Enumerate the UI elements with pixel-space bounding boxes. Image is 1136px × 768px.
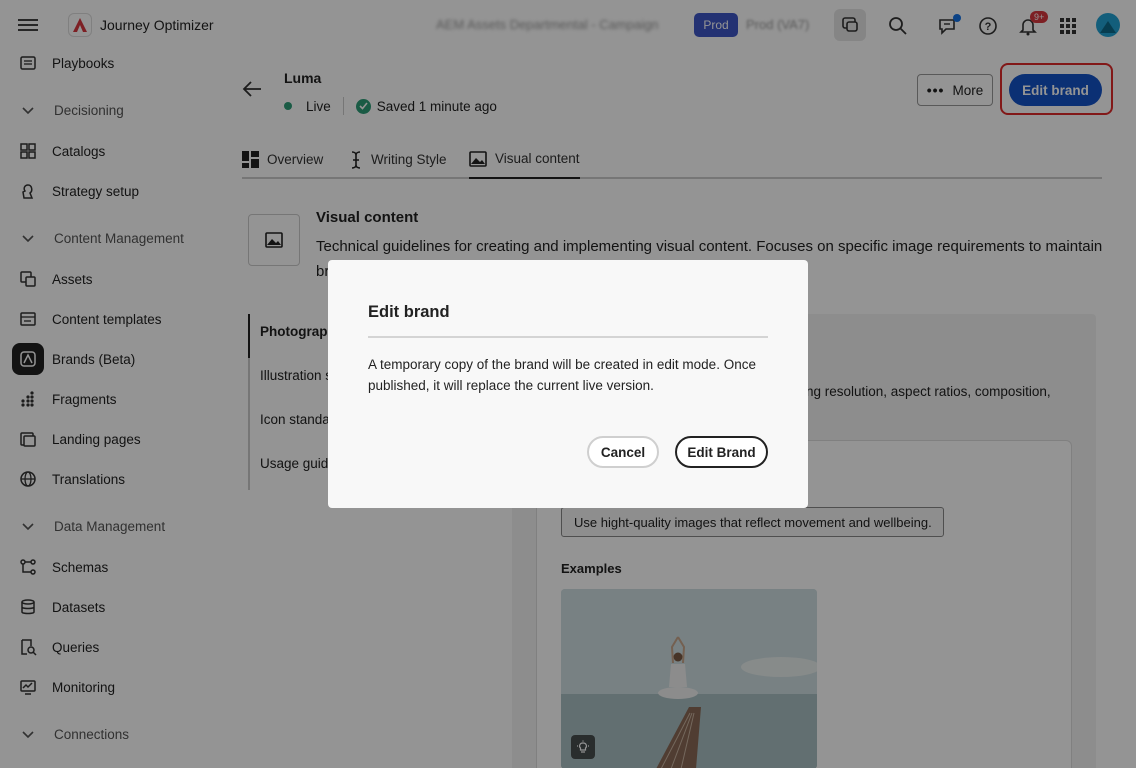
dialog-divider bbox=[368, 336, 768, 338]
edit-brand-dialog: Edit brand A temporary copy of the brand… bbox=[328, 260, 808, 508]
dialog-title: Edit brand bbox=[368, 303, 450, 321]
cancel-button[interactable]: Cancel bbox=[587, 436, 659, 468]
dialog-body: A temporary copy of the brand will be cr… bbox=[368, 357, 756, 393]
confirm-edit-brand-button[interactable]: Edit Brand bbox=[675, 436, 768, 468]
